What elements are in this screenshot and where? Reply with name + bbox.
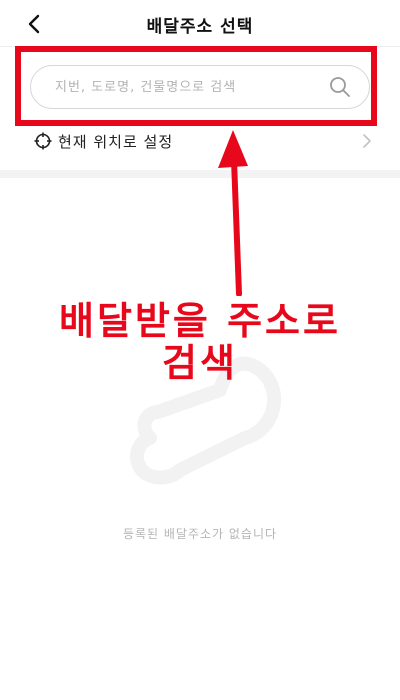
search-icon[interactable]: [329, 76, 351, 98]
annotation-line-1: 배달받을 주소로: [59, 299, 341, 343]
address-select-screen: 배달주소 선택 현재 위치로 설정: [0, 0, 400, 700]
current-location-button[interactable]: 현재 위치로 설정: [30, 128, 375, 154]
page-title: 배달주소 선택: [146, 17, 254, 37]
crosshair-icon: [34, 132, 52, 150]
empty-state-message: 등록된 배달주소가 없습니다: [122, 527, 278, 541]
chevron-right-icon: [363, 134, 371, 148]
header-bar: 배달주소 선택: [0, 0, 400, 47]
annotation-line-2: 검색: [162, 341, 238, 385]
annotation-text: 배달받을 주소로 검색: [0, 300, 400, 384]
current-location-label: 현재 위치로 설정: [58, 133, 174, 151]
section-divider: [0, 170, 400, 178]
search-field[interactable]: [30, 65, 370, 109]
search-input[interactable]: [55, 66, 325, 108]
annotation-arrow: [218, 130, 248, 296]
